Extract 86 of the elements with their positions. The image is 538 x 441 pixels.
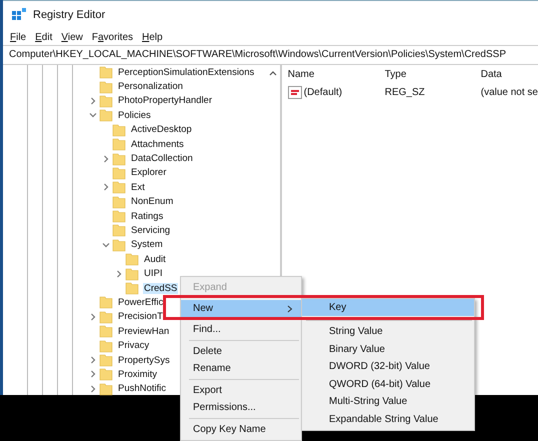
tree-item[interactable]: PowerEffic — [117, 296, 164, 308]
menu-item[interactable]: Edit — [35, 32, 52, 42]
menu-item[interactable]: Expandable String Value — [302, 410, 474, 428]
folder-icon — [125, 252, 139, 266]
menu-item[interactable]: Rename — [181, 360, 301, 377]
tree-item[interactable]: DataCollection — [130, 153, 194, 164]
chevron-right-icon[interactable] — [89, 356, 97, 364]
column-header[interactable]: Data — [480, 68, 502, 80]
menu-item[interactable]: Export — [181, 382, 301, 399]
string-value-icon — [288, 86, 302, 98]
folder-icon — [112, 122, 126, 137]
tree-item[interactable]: Ratings — [130, 210, 164, 222]
tree-item[interactable]: UIPI — [143, 268, 164, 280]
chevron-right-icon[interactable] — [115, 270, 123, 278]
menu-item[interactable]: Permissions... — [181, 399, 301, 416]
menu-item[interactable]: Binary Value — [302, 340, 474, 358]
window-title: Registry Editor — [33, 9, 106, 21]
chevron-right-icon[interactable] — [102, 183, 110, 192]
menu-item[interactable]: Multi-String Value — [302, 393, 474, 410]
folder-icon — [125, 281, 139, 296]
folder-icon — [99, 108, 113, 122]
folder-icon — [112, 180, 126, 194]
chevron-right-icon[interactable] — [89, 370, 97, 378]
column-header[interactable]: Type — [384, 68, 481, 80]
folder-icon — [112, 152, 126, 166]
folder-icon — [112, 166, 126, 180]
menu-item[interactable]: Delete — [181, 343, 301, 360]
chevron-down-icon[interactable] — [102, 240, 110, 249]
tree-item[interactable]: CredSS — [143, 282, 178, 294]
folder-icon — [99, 295, 113, 310]
folder-icon — [99, 367, 113, 382]
tree-item[interactable]: PreviewHan — [117, 326, 170, 337]
folder-icon — [99, 65, 113, 80]
address-field[interactable]: Computer\HKEY_LOCAL_MACHINE\SOFTWARE\Microsoft\Windows\CurrentVersion\Policies\System\CredSSP — [3, 45, 538, 65]
tree-item[interactable]: PropertySys — [117, 354, 171, 366]
tree-item[interactable]: Policies — [117, 110, 152, 121]
folder-icon — [99, 80, 113, 94]
tree-item[interactable]: Privacy — [117, 340, 150, 352]
menu-item[interactable]: Key — [302, 299, 474, 316]
menu-item[interactable]: Favorites — [92, 32, 133, 42]
menu-item[interactable]: Help — [142, 32, 163, 42]
folder-icon — [112, 209, 126, 224]
tree-item[interactable]: PushNotific — [117, 383, 168, 394]
folder-icon — [99, 94, 113, 108]
menu-item[interactable]: File — [10, 32, 26, 42]
menu-item[interactable]: Copy Key Name — [181, 421, 301, 438]
menu-item[interactable]: String Value — [302, 323, 474, 340]
column-header[interactable]: Name — [288, 68, 385, 80]
folder-icon — [112, 238, 126, 252]
tree-item[interactable]: PerceptionSimulationExtensions — [117, 66, 256, 78]
table-cell-text: REG_SZ — [384, 86, 426, 98]
menu-item[interactable]: View — [61, 32, 83, 42]
tree-item[interactable]: System — [130, 239, 164, 250]
table-cell: (value not se — [480, 86, 538, 98]
tree-item[interactable]: Servicing — [130, 224, 172, 236]
tree-item[interactable]: NonEnum — [130, 196, 174, 208]
tree-item[interactable]: Proximity — [117, 368, 158, 380]
chevron-down-icon[interactable] — [89, 111, 97, 120]
folder-icon — [112, 223, 126, 238]
folder-icon — [99, 353, 113, 367]
menu-item[interactable]: New — [181, 300, 301, 317]
tree-item[interactable]: Audit — [143, 254, 167, 265]
scroll-up-icon[interactable] — [268, 70, 277, 76]
table-cell: (Default) — [304, 86, 342, 98]
tree-item[interactable]: ActiveDesktop — [130, 124, 193, 136]
tree-item[interactable]: Personalization — [117, 81, 184, 92]
chevron-right-icon[interactable] — [102, 154, 110, 163]
chevron-right-icon[interactable] — [89, 96, 97, 105]
tree-item[interactable]: PrecisionT — [117, 311, 164, 322]
chevron-right-icon[interactable] — [89, 312, 97, 321]
tree-item[interactable]: Attachments — [130, 138, 185, 150]
tree-item[interactable]: PhotoPropertyHandler — [117, 95, 213, 106]
folder-icon — [112, 137, 126, 152]
folder-icon — [99, 382, 113, 396]
chevron-right-icon[interactable] — [89, 384, 97, 393]
registry-icon — [11, 7, 27, 23]
menu-item[interactable]: Find... — [181, 321, 301, 338]
folder-icon — [99, 310, 113, 324]
folder-icon — [125, 266, 139, 281]
folder-icon — [99, 338, 113, 353]
menu-item[interactable]: DWORD (32-bit) Value — [302, 358, 474, 376]
menu-item[interactable]: QWORD (64-bit) Value — [302, 376, 474, 393]
folder-icon — [112, 194, 126, 209]
tree-item[interactable]: Explorer — [130, 167, 168, 178]
tree-item[interactable]: Ext — [130, 182, 146, 193]
folder-icon — [99, 324, 113, 338]
